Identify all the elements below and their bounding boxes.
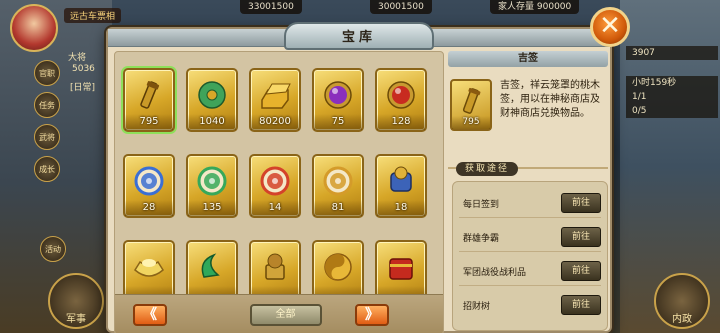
item-count: 795 [125,114,173,130]
item-slot[interactable]: 135 [186,154,238,218]
side-button-office[interactable]: 官职 [34,60,60,86]
resource-2: 30001500 [370,0,432,14]
red-orb-icon [258,164,292,198]
gold-bar-icon [258,78,292,112]
prev-page-button[interactable]: 《 [133,304,167,326]
jade-crescent-icon [195,250,229,284]
item-slot[interactable]: 795 [123,68,175,132]
item-slot[interactable]: 75 [312,68,364,132]
source-title: 获取途径 [456,162,518,176]
detail-title: 吉签 [448,51,608,67]
scroll-icon [132,78,166,112]
item-count: 28 [125,200,173,216]
item-grid-area: 795 1040 80200 75 128 28 135 14 81 18 《 全部 》 [114,51,444,333]
player-avatar[interactable] [10,4,58,52]
left-tag: [日常] [70,83,96,93]
left-stat-name: 大将 [68,53,87,63]
item-count: 14 [251,200,299,216]
blue-orb-icon [132,164,166,198]
domestic-button[interactable]: 内政 [654,273,710,329]
panel-title: 宝库 [284,22,434,50]
military-button[interactable]: 军事 [48,273,104,329]
source-row: 每日签到 前往 [459,190,601,218]
item-slot[interactable]: 81 [312,154,364,218]
item-count: 75 [314,114,362,130]
item-grid: 795 1040 80200 75 128 28 135 14 81 18 [123,68,443,304]
resource-3-label: 家人存量 [498,2,535,12]
item-slot[interactable]: 18 [375,154,427,218]
detail-description: 吉签，祥云笼罩的桃木签，用以在神秘商店及财神商店兑换物品。 [500,80,600,119]
close-button[interactable]: ✕ [590,7,630,47]
go-button-arena[interactable]: 前往 [561,227,601,247]
red-box-icon [384,250,418,284]
side-button-events[interactable]: 活动 [40,236,66,262]
red-gem-icon [384,78,418,112]
detail-item-count: 795 [452,116,490,129]
scroll-icon [456,87,486,117]
source-row: 军团战役战利品 前往 [459,258,601,286]
right-chip-2: 小时159秒 [626,76,718,90]
source-label: 军团战役战利品 [463,268,527,278]
purple-gem-icon [321,78,355,112]
item-slot[interactable]: 14 [249,154,301,218]
source-row: 群雄争霸 前往 [459,224,601,252]
go-button-daily-signin[interactable]: 前往 [561,193,601,213]
resource-1: 33001500 [240,0,302,14]
next-page-button[interactable]: 》 [355,304,389,326]
item-count: 135 [188,200,236,216]
taiji-icon [321,250,355,284]
armor-icon [384,164,418,198]
item-detail: 吉签 795 吉签，祥云笼罩的桃木签，用以在神秘商店及财神商店兑换物品。 获取途… [448,51,608,331]
left-stat-value: 5036 [72,64,95,74]
item-count: 80200 [251,114,299,130]
player-banner: 远古车票相 [64,8,122,23]
item-slot[interactable]: 1040 [186,68,238,132]
filter-all-button[interactable]: 全部 [249,304,322,326]
right-chip-1: 3907 [626,46,718,60]
ingot-icon [132,250,166,284]
side-button-quest[interactable]: 任务 [34,92,60,118]
item-count: 18 [377,200,425,216]
jade-disc-icon [195,78,229,112]
resource-3-value: 900000 [536,2,572,12]
green-orb-icon [195,164,229,198]
resource-3: 家人存量 900000 [490,0,580,14]
item-count: 81 [314,200,362,216]
treasury-panel: 宝库 ✕ 795 1040 80200 75 128 28 135 14 81 18 《 全部 》… [106,7,630,333]
gold-orb-icon [321,164,355,198]
source-list: 每日签到 前往 群雄争霸 前往 军团战役战利品 前往 招财树 前往 [452,181,608,331]
side-button-growth[interactable]: 成长 [34,156,60,182]
item-count: 1040 [188,114,236,130]
item-slot[interactable]: 128 [375,68,427,132]
source-label: 招财树 [463,302,491,312]
seal-icon [258,250,292,284]
go-button-money-tree[interactable]: 前往 [561,295,601,315]
go-button-legion-battle[interactable]: 前往 [561,261,601,281]
item-count: 128 [377,114,425,130]
source-label: 每日签到 [463,200,500,210]
right-chip-4: 0/5 [626,104,718,118]
right-chip-3: 1/1 [626,90,718,104]
side-button-generals[interactable]: 武将 [34,124,60,150]
source-label: 群雄争霸 [463,234,500,244]
source-row: 招财树 前往 [459,292,601,320]
grid-footer: 《 全部 》 [115,294,443,333]
item-slot[interactable]: 28 [123,154,175,218]
item-slot[interactable]: 80200 [249,68,301,132]
detail-item-slot: 795 [450,79,492,131]
